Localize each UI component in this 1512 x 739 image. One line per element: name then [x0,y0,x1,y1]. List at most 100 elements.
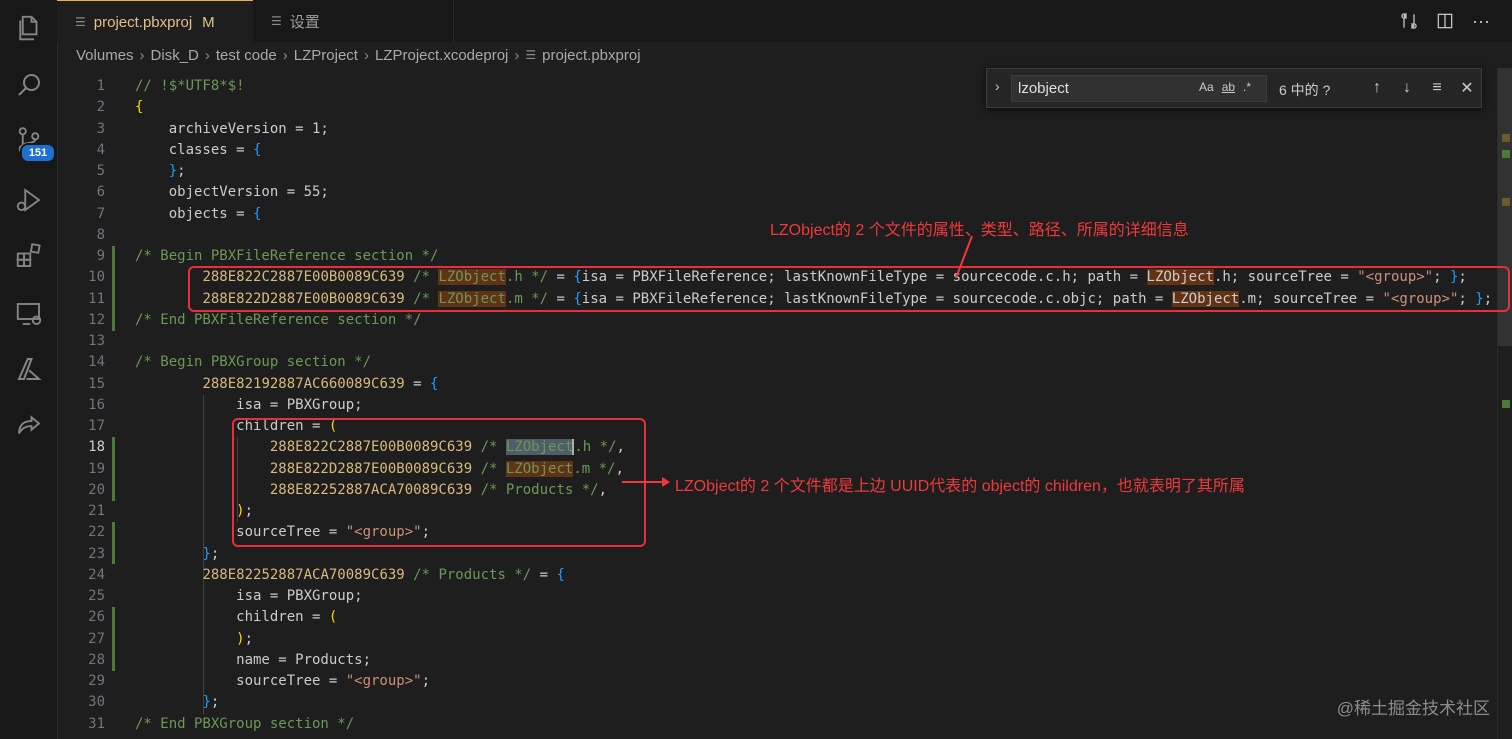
breadcrumb-item[interactable]: test code [216,47,277,64]
code-text: }; [135,161,186,182]
code-line[interactable]: 13 [57,331,1497,352]
compare-changes-icon[interactable] [1398,10,1420,32]
breadcrumb: Volumes › Disk_D › test code › LZProject… [76,44,641,66]
extensions-icon[interactable] [0,232,57,280]
chevron-right-icon: › [204,46,210,64]
remote-explorer-icon[interactable] [0,290,57,338]
match-case-toggle[interactable]: Aa [1199,80,1214,94]
breadcrumb-item[interactable]: project.pbxproj [542,47,640,64]
arrow-up-icon[interactable]: ↑ [1367,77,1387,99]
chevron-right-icon: › [139,46,145,64]
code-token: { [253,205,262,222]
breadcrumb-item[interactable]: LZProject.xcodeproj [375,47,508,64]
tab-project-pbxproj[interactable]: ☰ project.pbxproj M [57,0,253,43]
tab-settings[interactable]: ☰ 设置 [253,0,454,42]
live-share-icon[interactable] [0,402,57,450]
code-token: } [202,694,211,711]
line-number: 19 [88,460,105,477]
code-text: // !$*UTF8*$! [135,76,245,97]
code-line[interactable]: 29 sourceTree = "<group>"; [57,671,1497,692]
code-line[interactable]: 16 isa = PBXGroup; [57,395,1497,416]
breadcrumb-item[interactable]: Disk_D [151,47,199,64]
code-token: ) [236,630,245,647]
breadcrumb-item[interactable]: Volumes [76,47,134,64]
code-text: { [135,97,143,118]
line-number: 22 [88,524,105,541]
run-debug-icon[interactable] [0,176,57,224]
find-buttons: ↑ ↓ ≡ ✕ [1367,77,1477,99]
code-token: objects = [135,205,254,222]
line-number: 4 [96,141,105,158]
code-text: }; [135,692,219,713]
match-whole-word-toggle[interactable]: ab [1222,80,1235,94]
line-number: 8 [96,226,105,243]
close-icon[interactable]: ✕ [1457,77,1477,99]
use-regex-toggle[interactable]: .* [1243,80,1251,94]
explorer-icon[interactable] [0,4,57,52]
annotation-arrow [622,477,670,487]
line-number: 12 [88,311,105,328]
vertical-scrollbar[interactable] [1497,68,1512,739]
search-icon[interactable] [0,61,57,109]
azure-icon[interactable] [0,345,57,393]
line-number: 25 [88,588,105,604]
code-line[interactable]: 6 objectVersion = 55; [57,182,1497,203]
code-token: /* End PBXFileReference section */ [135,311,422,328]
code-token: } [202,545,211,562]
code-token: /* End PBXGroup section */ [135,715,355,732]
code-line[interactable]: 4 classes = { [57,140,1497,161]
code-line[interactable]: 15 288E82192887AC660089C639 = { [57,374,1497,395]
code-token: } [168,163,178,179]
code-line[interactable]: 25 isa = PBXGroup; [57,586,1497,607]
code-line[interactable]: 14 /* Begin PBXGroup section */ [57,352,1497,373]
code-line[interactable]: 5 }; [57,161,1497,182]
code-text: }; [135,544,219,565]
tab-label: 设置 [289,13,320,31]
find-in-selection-icon[interactable]: ≡ [1427,77,1447,99]
code-text: isa = PBXGroup; [135,395,362,416]
code-token: /* Products */ [404,566,532,583]
toggle-replace-chevron-icon[interactable]: › [995,78,1000,94]
line-number: 2 [96,99,105,116]
line-number: 1 [96,78,105,94]
breadcrumb-item[interactable]: LZProject [294,47,358,64]
editor-actions: ··· [1398,10,1492,32]
line-number: 21 [88,503,105,519]
code-token: archiveVersion = 1; [135,120,329,137]
annotation-arrow [955,235,973,279]
settings-lines-icon: ☰ [271,14,282,28]
code-line[interactable]: 3 archiveVersion = 1; [57,119,1497,140]
code-line[interactable]: 27 ); [57,629,1497,650]
line-number: 3 [96,120,105,137]
line-number: 11 [88,290,105,307]
code-token: isa = PBXGroup; [135,588,363,604]
code-token: classes = [135,141,254,158]
code-line[interactable]: 30 }; [57,692,1497,713]
code-text: objects = { [135,204,262,225]
line-number: 16 [88,396,105,413]
code-editor[interactable]: 1// !$*UTF8*$! 2{3 archiveVersion = 1; 4 c… [57,76,1497,739]
line-number: 14 [88,354,105,371]
annotation-box-file-references [188,266,1510,312]
code-line[interactable]: 26 children = ( [57,607,1497,628]
code-line[interactable]: 9 /* Begin PBXFileReference section */ [57,246,1497,267]
code-line[interactable]: 31 /* End PBXGroup section */ [57,714,1497,735]
annotation-note-2: LZObject的 2 个文件都是上边 UUID代表的 object的 chil… [675,478,1245,495]
line-number: 17 [88,418,105,434]
code-line[interactable]: 24 288E82252887ACA70089C639 /* Products … [57,565,1497,586]
code-line[interactable]: 12 /* End PBXFileReference section */ [57,310,1497,331]
split-editor-icon[interactable] [1434,10,1456,32]
line-number: 28 [88,651,105,668]
code-text: name = Products; [135,650,371,671]
code-token: = [531,566,557,583]
code-line[interactable]: 28 name = Products; [57,650,1497,671]
code-token: name = Products; [135,651,372,668]
tab-label: project.pbxproj [93,13,193,31]
code-token: children = [135,609,329,626]
more-actions-icon[interactable]: ··· [1470,10,1492,32]
overview-marker [1502,134,1510,142]
arrow-down-icon[interactable]: ↓ [1397,77,1417,99]
